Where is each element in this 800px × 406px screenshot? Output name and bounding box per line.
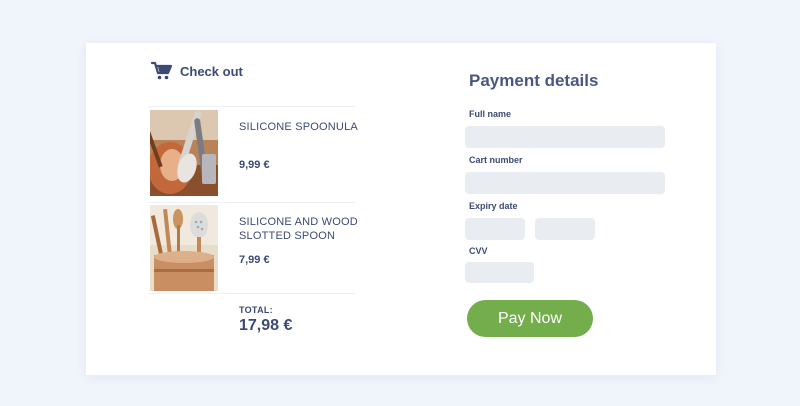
payment-title: Payment details <box>469 71 599 90</box>
divider <box>148 293 356 294</box>
item-price: 9,99 € <box>239 159 270 171</box>
divider <box>148 106 356 107</box>
checkout-card: Check out SILICONE SPOONULA 9,99 € SILIC… <box>86 43 716 375</box>
item-name: SILICONE SPOONULA <box>239 121 358 133</box>
wooden-spoons-photo <box>150 205 218 291</box>
total-label: TOTAL: <box>239 305 273 315</box>
full-name-input[interactable] <box>465 126 665 148</box>
expiry-month-input[interactable] <box>465 218 525 240</box>
card-number-label: Cart number <box>469 155 523 165</box>
cart-item: SILICONE AND WOOD SLOTTED SPOON 7,99 € <box>150 205 360 291</box>
cart-item: SILICONE SPOONULA 9,99 € <box>150 110 360 196</box>
cvv-input[interactable] <box>465 262 534 283</box>
checkout-title: Check out <box>180 63 243 79</box>
expiry-date-label: Expiry date <box>469 201 518 211</box>
item-name: SILICONE AND WOOD SLOTTED SPOON <box>239 216 358 242</box>
pay-now-button[interactable]: Pay Now <box>467 300 593 337</box>
cvv-label: CVV <box>469 246 488 256</box>
item-price: 7,99 € <box>239 254 270 266</box>
card-number-input[interactable] <box>465 172 665 194</box>
expiry-year-input[interactable] <box>535 218 595 240</box>
checkout-header: Check out <box>150 59 243 83</box>
total-value: 17,98 € <box>239 317 293 334</box>
divider <box>148 202 356 203</box>
shopping-cart-icon <box>150 61 173 80</box>
full-name-label: Full name <box>469 109 512 119</box>
kitchen-utensils-photo <box>150 110 218 196</box>
